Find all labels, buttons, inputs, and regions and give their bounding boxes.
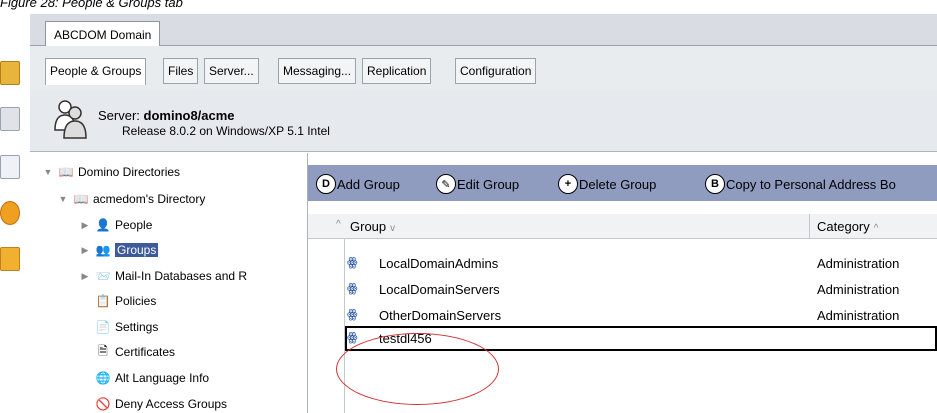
tab-domain[interactable]: ABCDOM Domain	[45, 21, 161, 47]
tab-people-groups[interactable]: People & Groups	[45, 58, 147, 85]
copy-icon: B	[705, 174, 725, 194]
book-icon: 📖	[73, 192, 89, 206]
tree-item-certificates[interactable]: 🗎 Certificates	[94, 343, 175, 361]
edit-icon: ✎	[436, 174, 456, 194]
collapse-icon[interactable]: ▼	[57, 193, 69, 205]
expand-icon[interactable]: ▶	[79, 244, 91, 256]
database-icon[interactable]	[0, 155, 20, 179]
group-icon: 👥	[95, 243, 111, 257]
tab-configuration[interactable]: Configuration	[455, 58, 537, 84]
edit-group-button[interactable]: ✎ Edit Group	[436, 173, 519, 195]
tree-item-groups[interactable]: ▶ 👥 Groups	[79, 241, 159, 259]
tree-item-altlang[interactable]: 🌐 Alt Language Info	[94, 369, 210, 387]
tree-item-deny-access[interactable]: 🚫 Deny Access Groups	[94, 395, 228, 413]
tree-item-directory[interactable]: ▼ 📖 acmedom's Directory	[57, 190, 206, 208]
server-release: Release 8.0.2 on Windows/XP 5.1 Intel	[122, 124, 330, 138]
add-group-button[interactable]: D Add Group	[316, 173, 400, 195]
collapse-icon[interactable]: ▼	[42, 166, 54, 178]
tab-files[interactable]: Files	[163, 58, 199, 84]
domain-tab-bar: ABCDOM Domain	[30, 14, 937, 47]
sort-down-icon: v	[390, 223, 396, 234]
expand-icon[interactable]: ▶	[79, 270, 91, 282]
action-bar: D Add Group ✎ Edit Group + Delete Group …	[308, 165, 937, 201]
mail-icon[interactable]	[0, 61, 20, 85]
sametime-icon[interactable]	[0, 201, 20, 225]
sort-up-icon: ^	[873, 223, 879, 234]
copy-to-personal-button[interactable]: B Copy to Personal Address Bo	[705, 173, 896, 195]
tree-item-policies[interactable]: 📋 Policies	[94, 292, 157, 310]
group-icon: ꙮ	[347, 255, 358, 269]
deny-icon: 🚫	[95, 397, 111, 411]
book-icon: 📖	[58, 165, 74, 179]
settings-icon: 📄	[95, 320, 111, 334]
highlight-ellipse	[336, 333, 499, 405]
column-header-category[interactable]: Category ^	[817, 219, 878, 234]
delete-icon: +	[558, 174, 578, 194]
group-icon: ꙮ	[347, 330, 358, 344]
delete-group-button[interactable]: + Delete Group	[558, 173, 656, 195]
column-header-row: ^ Group v Category ^	[308, 214, 937, 239]
tab-messaging[interactable]: Messaging...	[278, 58, 357, 84]
tab-replication[interactable]: Replication	[362, 58, 432, 84]
replicate-icon[interactable]	[0, 247, 20, 271]
figure-caption: Figure 28: People & Groups tab	[0, 0, 183, 10]
server-header: Server: domino8/acme Release 8.0.2 on Wi…	[30, 90, 937, 152]
users-icon	[54, 100, 87, 139]
group-icon: ꙮ	[347, 307, 358, 321]
column-divider[interactable]	[809, 214, 810, 239]
policies-icon: 📋	[95, 294, 111, 308]
navigation-tree: ▼ 📖 Domino Directories ▼ 📖 acmedom's Dir…	[30, 153, 308, 413]
sort-indicator-icon[interactable]: ^	[336, 219, 341, 230]
add-icon: D	[316, 174, 336, 194]
person-icon: 👤	[95, 218, 111, 232]
mailin-icon: 📨	[95, 269, 111, 283]
table-row[interactable]: ꙮ OtherDomainServers Administration	[308, 303, 937, 328]
tree-item-mailin[interactable]: ▶ 📨 Mail-In Databases and R	[79, 267, 248, 285]
launcher-strip	[0, 14, 30, 413]
admin-tab-bar: People & Groups Files Server... Messagin…	[30, 46, 937, 90]
globe-icon: 🌐	[95, 371, 111, 385]
tree-item-domino-directories[interactable]: ▼ 📖 Domino Directories	[42, 163, 181, 181]
contacts-icon[interactable]	[0, 107, 20, 131]
group-icon: ꙮ	[347, 281, 358, 295]
server-name: Server: domino8/acme	[98, 108, 235, 123]
tree-item-people[interactable]: ▶ 👤 People	[79, 216, 153, 234]
column-header-group[interactable]: Group v	[350, 219, 395, 234]
table-row[interactable]: ꙮ LocalDomainServers Administration	[308, 277, 937, 302]
table-row[interactable]: ꙮ LocalDomainAdmins Administration	[308, 251, 937, 276]
tree-item-settings[interactable]: 📄 Settings	[94, 318, 159, 336]
expand-icon[interactable]: ▶	[79, 219, 91, 231]
certificate-icon: 🗎	[98, 343, 108, 358]
tab-server[interactable]: Server...	[204, 58, 259, 84]
